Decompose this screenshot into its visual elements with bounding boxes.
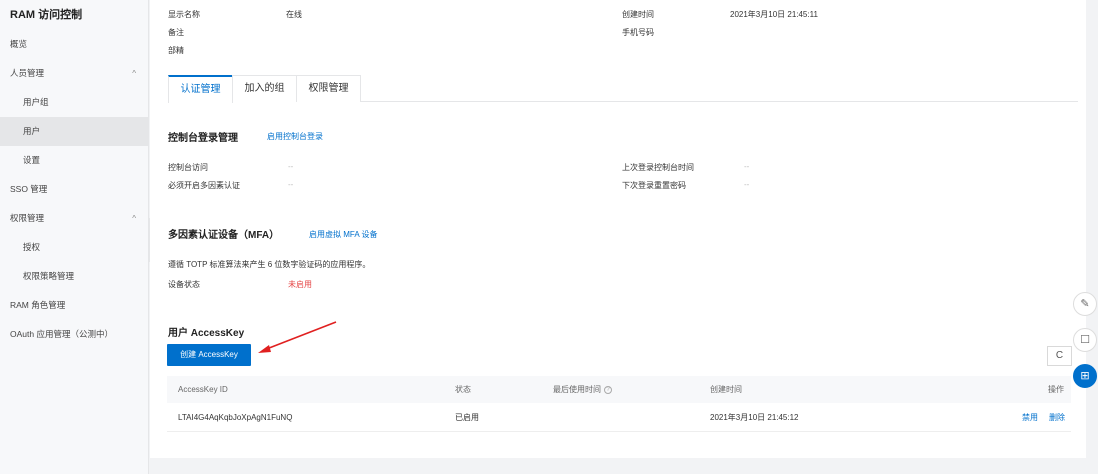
last-login-label: 上次登录控制台时间: [622, 163, 694, 172]
sidebar-item-oauth[interactable]: OAuth 应用管理（公测中）: [0, 320, 148, 349]
sidebar-item-settings[interactable]: 设置: [0, 146, 148, 175]
accesskey-created: 2021年3月10日 21:45:12: [710, 413, 799, 422]
accesskey-table-header: AccessKey ID 状态 最后使用时间? 创建时间 操作: [167, 376, 1071, 403]
mfa-required-label: 必须开启多因素认证: [168, 181, 240, 190]
sidebar-item-label: 授权: [23, 242, 41, 252]
page-bottom-band: [149, 458, 1098, 474]
console-login-title: 控制台登录管理: [168, 133, 238, 144]
sidebar-item-label: 人员管理: [10, 68, 45, 78]
sidebar-item-label: RAM 角色管理: [10, 300, 66, 310]
sidebar-item-ram-roles[interactable]: RAM 角色管理: [0, 291, 148, 320]
apps-button[interactable]: ⊞: [1073, 364, 1097, 388]
sidebar-item-label: 权限策略管理: [23, 271, 75, 281]
created-time-label: 创建时间: [622, 10, 654, 19]
accesskey-title: 用户 AccessKey: [168, 328, 245, 339]
chat-button[interactable]: ☐: [1073, 328, 1097, 352]
phone-label: 手机号码: [622, 28, 654, 37]
col-last-used-label: 最后使用时间: [553, 385, 601, 394]
mfa-description: 遵循 TOTP 标准算法来产生 6 位数字验证码的应用程序。: [168, 260, 371, 269]
remark-label: 备注: [168, 28, 184, 37]
col-ops: 操作: [1048, 385, 1064, 394]
last-login-value: --: [744, 162, 750, 171]
table-row: LTAI4G4AqKqbJoXpAgN1FuNQ 已启用 2021年3月10日 …: [167, 403, 1071, 432]
chevron-up-icon: ^: [132, 69, 136, 78]
chevron-up-icon: ^: [132, 214, 136, 223]
created-time-value: 2021年3月10日 21:45:11: [730, 10, 818, 19]
sidebar-item-label: 用户: [23, 126, 41, 136]
chat-icon: ☐: [1080, 334, 1090, 346]
main-panel: 显示名称 在线 备注 部精 创建时间 2021年3月10日 21:45:11 手…: [150, 0, 1086, 458]
sidebar-item-grant[interactable]: 授权: [0, 233, 148, 262]
refresh-button[interactable]: C: [1047, 346, 1072, 366]
apps-grid-icon: ⊞: [1080, 370, 1090, 382]
sidebar-item-label: 概览: [10, 39, 28, 49]
create-accesskey-button[interactable]: 创建 AccessKey: [167, 344, 251, 366]
mfa-title: 多因素认证设备（MFA）: [168, 230, 280, 241]
sidebar-item-label: 权限管理: [10, 213, 45, 223]
sidebar-item-groups[interactable]: 用户组: [0, 88, 148, 117]
sidebar: RAM 访问控制 概览 人员管理 ^ 用户组 用户 设置 SSO 管理 权限管理…: [0, 0, 149, 474]
col-created: 创建时间: [710, 385, 742, 394]
display-name-label: 显示名称: [168, 10, 200, 19]
reset-password-value: --: [744, 180, 750, 189]
col-accesskey-id: AccessKey ID: [178, 385, 228, 394]
console-access-value: --: [288, 162, 294, 171]
device-status-label: 设备状态: [168, 280, 200, 289]
reset-password-label: 下次登录重置密码: [622, 181, 686, 190]
feedback-edit-button[interactable]: ✎: [1073, 292, 1097, 316]
sidebar-item-label: OAuth 应用管理（公测中）: [10, 329, 113, 339]
tab-bar: 认证管理 加入的组 权限管理: [168, 75, 1078, 103]
accesskey-id: LTAI4G4AqKqbJoXpAgN1FuNQ: [178, 413, 293, 422]
tab-auth[interactable]: 认证管理: [168, 75, 233, 103]
help-icon[interactable]: ?: [604, 385, 612, 394]
edit-icon: ✎: [1080, 298, 1090, 310]
refresh-icon: C: [1055, 350, 1064, 361]
sidebar-item-label: 用户组: [23, 97, 49, 107]
sidebar-item-overview[interactable]: 概览: [0, 30, 148, 59]
enable-console-login-link[interactable]: 启用控制台登录: [267, 131, 323, 142]
mfa-required-value: --: [288, 180, 294, 189]
sidebar-item-label: 设置: [23, 155, 41, 165]
delete-link[interactable]: 删除: [1049, 403, 1065, 432]
sidebar-item-permissions[interactable]: 权限管理 ^: [0, 204, 148, 233]
sidebar-item-label: SSO 管理: [10, 184, 48, 194]
sidebar-item-sso[interactable]: SSO 管理: [0, 175, 148, 204]
dept-label: 部精: [168, 46, 184, 55]
sidebar-item-people[interactable]: 人员管理 ^: [0, 59, 148, 88]
sidebar-title: RAM 访问控制: [10, 9, 83, 21]
sidebar-item-policies[interactable]: 权限策略管理: [0, 262, 148, 291]
tab-groups[interactable]: 加入的组: [232, 75, 297, 102]
accesskey-status: 已启用: [455, 413, 479, 422]
col-last-used: 最后使用时间?: [553, 376, 612, 403]
col-status: 状态: [455, 385, 471, 394]
display-name-value: 在线: [286, 10, 302, 19]
device-status-value: 未启用: [288, 280, 312, 289]
tab-permissions[interactable]: 权限管理: [296, 75, 361, 102]
red-arrow-annotation: [258, 321, 337, 353]
sidebar-item-users[interactable]: 用户: [0, 117, 148, 146]
console-access-label: 控制台访问: [168, 163, 208, 172]
enable-mfa-link[interactable]: 启用虚拟 MFA 设备: [309, 229, 377, 240]
disable-link[interactable]: 禁用: [1022, 403, 1038, 432]
